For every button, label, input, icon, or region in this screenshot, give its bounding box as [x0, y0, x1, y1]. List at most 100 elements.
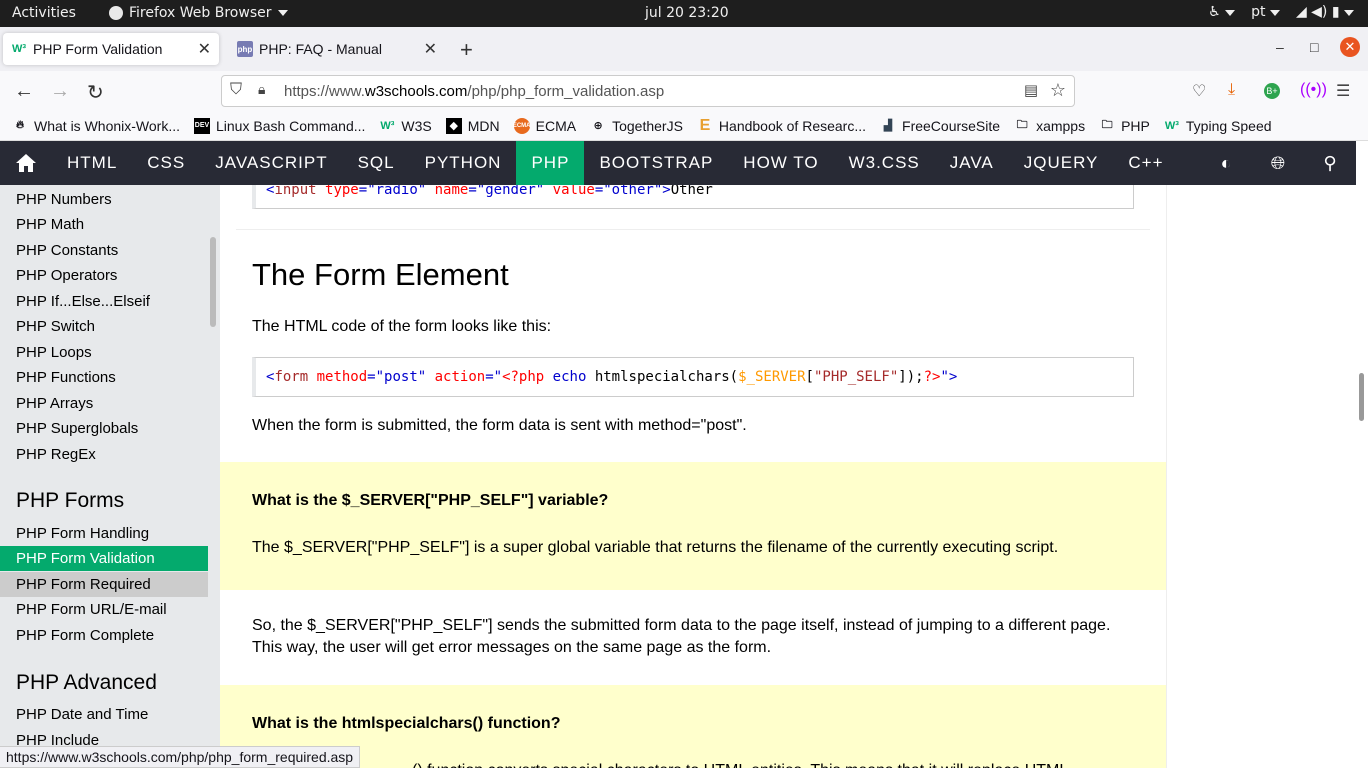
nav-sql[interactable]: SQL	[343, 141, 410, 185]
sidebar-item[interactable]: PHP RegEx	[16, 446, 96, 463]
accessibility-icon[interactable]: ♿	[1208, 4, 1236, 20]
close-icon[interactable]: ✕	[424, 39, 437, 59]
shield-icon[interactable]: ⛉	[230, 81, 242, 99]
nav-jquery[interactable]: JQUERY	[1009, 141, 1114, 185]
search-icon[interactable]: ⚲	[1304, 141, 1356, 185]
right-sidebar	[1166, 185, 1356, 768]
maximize-button[interactable]: □	[1310, 39, 1318, 55]
globe-icon[interactable]: 🌐︎	[1252, 141, 1304, 185]
sidebar-scrollbar[interactable]	[210, 237, 216, 327]
sidebar-item[interactable]: PHP Loops	[16, 344, 92, 361]
app-menu[interactable]: Firefox Web Browser	[109, 5, 288, 21]
note-htmlspecialchars: What is the htmlspecialchars() function?…	[220, 685, 1166, 768]
bookmark-item[interactable]: W³ Typing Speed	[1164, 118, 1272, 134]
url-text[interactable]: https://www.w3schools.com/php/php_form_v…	[284, 83, 664, 100]
minimize-button[interactable]: –	[1276, 39, 1284, 55]
sidebar-item[interactable]: PHP Math	[16, 216, 84, 233]
nav-bootstrap[interactable]: BOOTSTRAP	[584, 141, 728, 185]
download-icon[interactable]: ⤓	[1228, 81, 1235, 99]
scrollbar-thumb[interactable]	[1359, 373, 1364, 421]
nav-howto[interactable]: HOW TO	[728, 141, 833, 185]
tab-php-form-validation[interactable]: W³ PHP Form Validation ✕	[3, 33, 219, 65]
menu-icon[interactable]: ☰	[1336, 81, 1350, 101]
note-php-self: What is the $_SERVER["PHP_SELF"] variabl…	[220, 462, 1166, 590]
bookmark-star-icon[interactable]: ☆	[1050, 80, 1066, 101]
nav-javascript[interactable]: JAVASCRIPT	[200, 141, 342, 185]
bookmark-item[interactable]: E Handbook of Researc...	[697, 116, 866, 134]
url-bar[interactable]: ⛉ 🔒︎ https://www.w3schools.com/php/php_f…	[221, 75, 1075, 107]
bookmark-item[interactable]: W³ W3S	[379, 118, 431, 134]
status-bar-url: https://www.w3schools.com/php/php_form_r…	[0, 746, 361, 768]
nav-w3css[interactable]: W3.CSS	[834, 141, 935, 185]
lock-icon[interactable]: 🔒︎	[258, 81, 265, 98]
back-button[interactable]: ←	[14, 80, 34, 103]
w3schools-icon: W³	[380, 119, 395, 132]
broadcast-icon[interactable]: ((•))	[1300, 81, 1327, 99]
extension-icon[interactable]: B+	[1264, 83, 1280, 99]
sidebar-item[interactable]: PHP Constants	[16, 242, 118, 259]
page-scrollbar[interactable]	[1356, 141, 1368, 768]
sidebar-item[interactable]: PHP Form URL/E-mail	[16, 601, 167, 618]
forward-button[interactable]: →	[50, 80, 70, 103]
new-tab-button[interactable]: +	[460, 37, 473, 63]
tab-strip: W³ PHP Form Validation ✕ php PHP: FAQ - …	[0, 27, 1368, 71]
sidebar-item[interactable]: PHP Arrays	[16, 395, 93, 412]
bookmark-item[interactable]: ECMA ECMA	[513, 117, 576, 134]
w3schools-icon: W³	[11, 43, 27, 55]
sidebar-item[interactable]: PHP Form Complete	[16, 627, 154, 644]
e-icon: E	[699, 116, 711, 134]
home-icon[interactable]	[0, 141, 52, 185]
language-indicator[interactable]: pt	[1251, 4, 1280, 20]
tab-php-faq[interactable]: php PHP: FAQ - Manual ✕	[229, 33, 445, 65]
nav-css[interactable]: CSS	[132, 141, 200, 185]
nav-java[interactable]: JAVA	[935, 141, 1009, 185]
note-answer-partial: () function converts special characters …	[412, 760, 1068, 768]
sidebar-item[interactable]: PHP If...Else...Elseif	[16, 293, 150, 310]
sidebar-item[interactable]: PHP Functions	[16, 369, 116, 386]
window-close-button[interactable]: ✕	[1340, 37, 1360, 57]
nav-python[interactable]: PYTHON	[410, 141, 517, 185]
ecma-icon: ECMA	[513, 117, 530, 134]
nav-html[interactable]: HTML	[52, 141, 132, 185]
sidebar-item[interactable]: PHP Form Handling	[16, 525, 149, 542]
tab-title: PHP: FAQ - Manual	[259, 41, 382, 57]
main-content: <input type="radio" name="gender" value=…	[220, 185, 1166, 768]
note-question: What is the htmlspecialchars() function?	[252, 715, 561, 732]
bookmark-folder[interactable]: 🗀 xampps	[1014, 118, 1086, 134]
nav-php[interactable]: PHP	[516, 141, 585, 185]
reload-button[interactable]: ↻	[87, 80, 104, 105]
reader-view-icon[interactable]: ▤	[1024, 81, 1038, 99]
globe-icon: ⊕	[593, 120, 603, 132]
note-question: What is the $_SERVER["PHP_SELF"] variabl…	[252, 492, 609, 509]
close-icon[interactable]: ✕	[198, 39, 211, 59]
sidebar-item-active[interactable]: PHP Form Validation	[0, 546, 208, 571]
bookmarks-toolbar: 🔥︎ What is Whonix-Work... DEV Linux Bash C…	[0, 111, 1368, 141]
sidebar-item[interactable]: PHP Date and Time	[16, 706, 148, 723]
bookmark-item[interactable]: ◆ MDN	[445, 117, 500, 134]
sidebar-item[interactable]: PHP Switch	[16, 318, 95, 335]
note-answer: The $_SERVER["PHP_SELF"] is a super glob…	[252, 539, 1059, 556]
bookmark-item[interactable]: ▟ FreeCourseSite	[880, 118, 1000, 134]
sidebar-item[interactable]: PHP Numbers	[16, 191, 112, 208]
sidebar-item[interactable]: PHP Form Required	[0, 572, 208, 597]
status-icons[interactable]: ◢ ◀) ▮	[1296, 4, 1354, 20]
sidebar-item[interactable]: PHP Operators	[16, 267, 117, 284]
system-tray[interactable]: ♿ pt ◢ ◀) ▮	[1208, 4, 1354, 20]
folder-icon: 🗀	[1101, 119, 1113, 131]
bookmark-item[interactable]: DEV Linux Bash Command...	[194, 117, 365, 134]
bookmark-item[interactable]: 🔥︎ What is Whonix-Work...	[12, 118, 180, 134]
bookmark-item[interactable]: ⊕ TogetherJS	[590, 118, 682, 134]
mdn-icon: ◆	[445, 117, 462, 134]
intro-paragraph: The HTML code of the form looks like thi…	[252, 318, 552, 335]
nav-cpp[interactable]: C++	[1113, 141, 1178, 185]
submit-paragraph: When the form is submitted, the form dat…	[252, 417, 747, 434]
sidebar-item[interactable]: PHP Superglobals	[16, 420, 138, 437]
pocket-icon[interactable]: ♡	[1192, 81, 1206, 101]
bookmark-folder[interactable]: 🗀 PHP	[1099, 118, 1150, 134]
clock[interactable]: jul 20 23:20	[645, 5, 729, 21]
w3schools-icon: W³	[1164, 119, 1179, 132]
activities-button[interactable]: Activities	[12, 5, 76, 21]
contrast-icon[interactable]: ◐	[1200, 141, 1252, 185]
divider	[236, 229, 1150, 230]
navigation-toolbar: ← → ↻ ⛉ 🔒︎ https://www.w3schools.com/php…	[0, 71, 1368, 111]
